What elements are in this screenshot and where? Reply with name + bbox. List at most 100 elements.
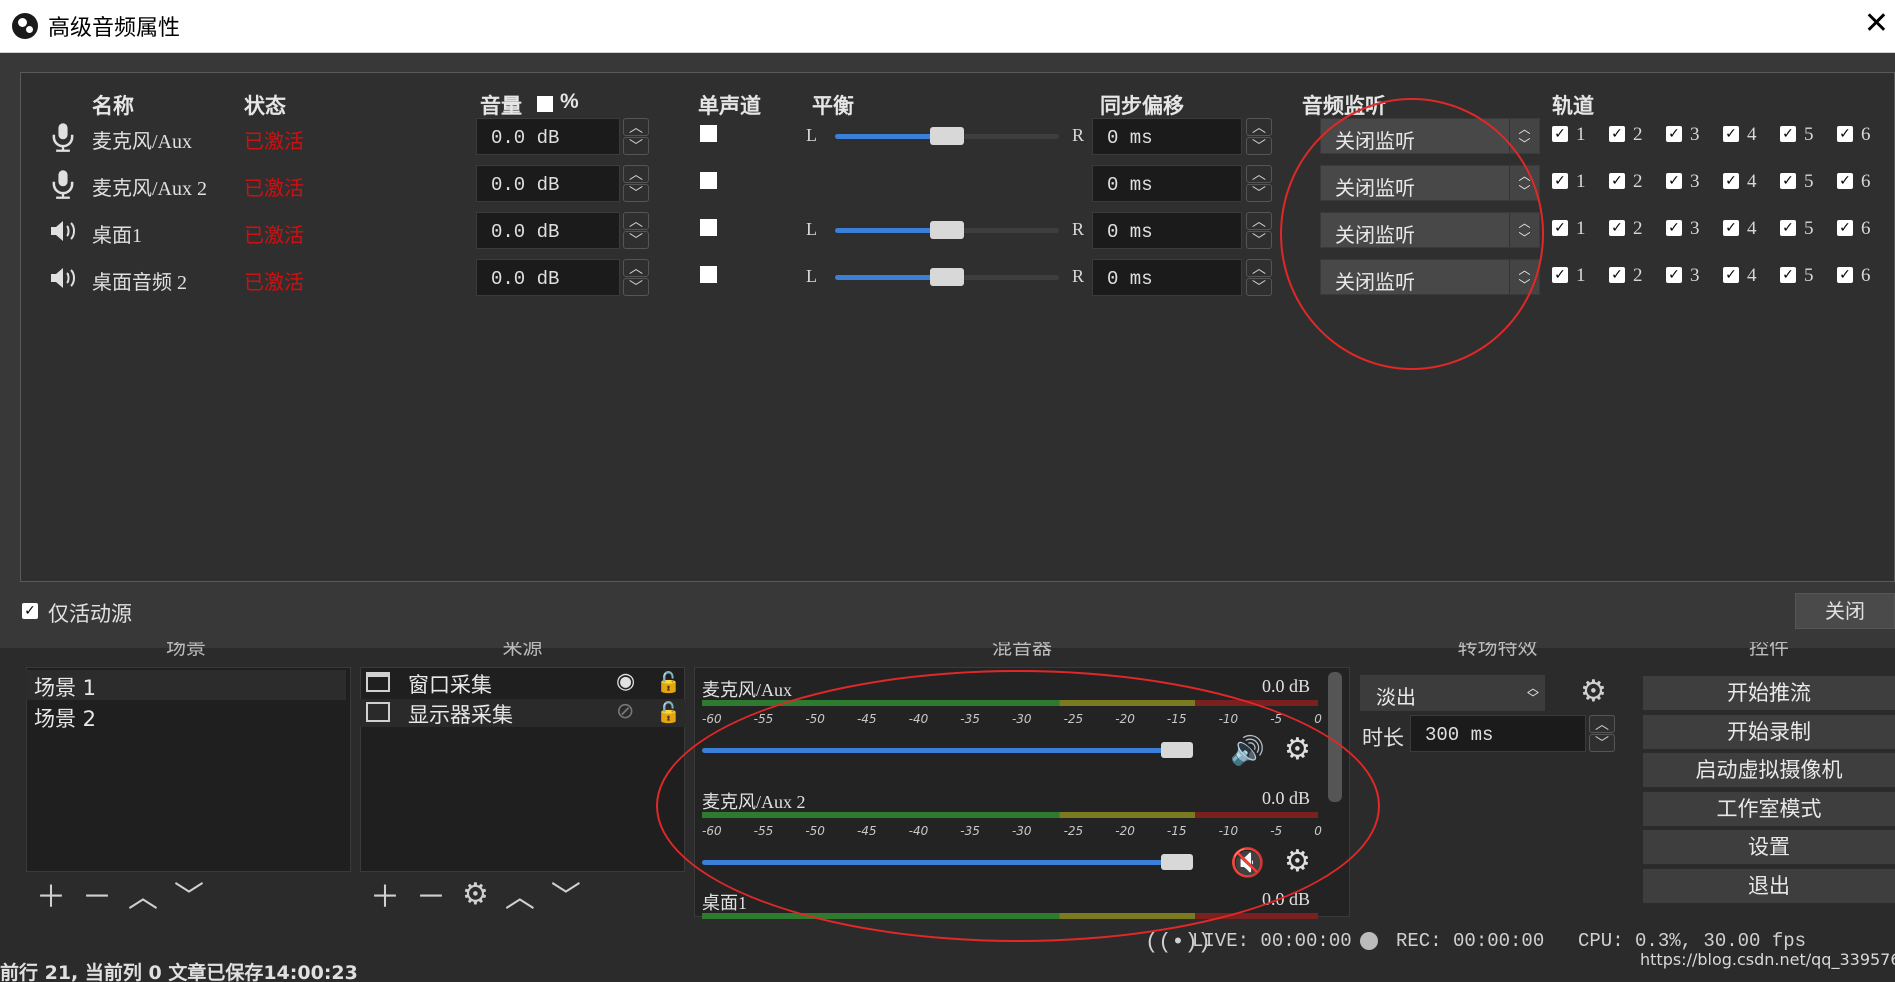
scene-item[interactable]: 场景 1 [26,670,346,700]
move-down-icon[interactable]: ﹀ [174,872,204,916]
duration-input[interactable]: 300 ms [1410,715,1586,752]
balance-slider-handle[interactable] [930,221,964,239]
control-button[interactable]: 开始推流 [1643,676,1895,710]
speaker-icon [48,215,78,247]
sync-offset-stepper[interactable]: ︿ ﹀ [1246,165,1272,202]
track-checkbox-4[interactable]: ✓ [1723,126,1739,142]
audio-row: 桌面1 已激活 0.0 dB ︿ ﹀ L R 0 ms ︿ ﹀ 关闭监听 ︿ ﹀ ✓ 1 ✓ 2 ✓ 3 ✓ 4 ✓ 5 ✓ 6 [20,207,1895,254]
source-status: 已激活 [244,272,304,294]
track-checkbox-3[interactable]: ✓ [1666,220,1682,236]
track-checkbox-1[interactable]: ✓ [1552,126,1568,142]
track-checkbox-5[interactable]: ✓ [1780,173,1796,189]
track-checkbox-4[interactable]: ✓ [1723,267,1739,283]
add-icon[interactable]: ＋ [36,872,66,916]
mixer-channel-db: 0.0 dB [1262,676,1311,696]
control-button[interactable]: 启动虚拟摄像机 [1643,753,1895,787]
gear-icon[interactable]: ⚙ [1580,674,1607,709]
track-checkbox-3[interactable]: ✓ [1666,267,1682,283]
remove-icon[interactable]: － [416,872,446,916]
sync-offset-input[interactable]: 0 ms [1092,165,1242,202]
mono-checkbox[interactable] [700,266,717,283]
duration-stepper[interactable]: ︿ ﹀ [1589,715,1615,752]
volume-input[interactable]: 0.0 dB [476,118,620,155]
volume-stepper[interactable]: ︿ ﹀ [623,118,649,155]
track-checkbox-5[interactable]: ✓ [1780,220,1796,236]
track-checkbox-6[interactable]: ✓ [1837,267,1853,283]
close-icon[interactable]: ✕ [1864,6,1889,41]
percent-checkbox[interactable] [537,96,553,112]
sync-offset-input[interactable]: 0 ms [1092,259,1242,296]
control-button[interactable]: 退出 [1643,868,1895,903]
control-button[interactable]: 设置 [1643,830,1895,864]
audio-row: 麦克风/Aux 已激活 0.0 dB ︿ ﹀ L R 0 ms ︿ ﹀ 关闭监听 ︿ ﹀ ✓ 1 ✓ 2 ✓ 3 ✓ 4… [20,113,1895,160]
control-button[interactable]: 工作室模式 [1643,791,1895,826]
balance-slider-handle[interactable] [930,268,964,286]
volume-input[interactable]: 0.0 dB [476,165,620,202]
track-checkbox-2[interactable]: ✓ [1609,126,1625,142]
source-name: 桌面1 [92,225,142,247]
remove-icon[interactable]: － [82,872,112,916]
track-checkbox-2[interactable]: ✓ [1609,220,1625,236]
track-checkbox-5[interactable]: ✓ [1780,126,1796,142]
editor-status-overlay: 前行 21, 当前列 0 文章已保存14:00:23 [0,958,358,982]
active-only-checkbox[interactable]: ✓ [22,603,38,619]
move-up-icon[interactable]: ︿ [505,872,535,916]
track-number: 5 [1804,265,1814,286]
control-button[interactable]: 开始录制 [1643,714,1895,749]
source-item[interactable]: 显示器采集 ⊘ 🔓 [360,699,685,727]
track-checkbox-2[interactable]: ✓ [1609,173,1625,189]
sync-offset-input[interactable]: 0 ms [1092,118,1242,155]
meter-tick-label: 0 [1314,712,1322,726]
lock-icon[interactable]: 🔓 [656,700,681,724]
mono-checkbox[interactable] [700,172,717,189]
add-icon[interactable]: ＋ [370,872,400,916]
track-checkbox-1[interactable]: ✓ [1552,220,1568,236]
sync-offset-stepper[interactable]: ︿ ﹀ [1246,259,1272,296]
active-only-label: 仅活动源 [48,602,132,626]
source-name: 桌面音频 2 [92,272,187,294]
track-checkbox-3[interactable]: ✓ [1666,173,1682,189]
volume-stepper[interactable]: ︿ ﹀ [623,212,649,249]
balance-left-label: L [806,266,817,286]
move-down-icon[interactable]: ﹀ [551,872,581,916]
track-checkbox-1[interactable]: ✓ [1552,267,1568,283]
volume-stepper[interactable]: ︿ ﹀ [623,165,649,202]
balance-slider-handle[interactable] [930,127,964,145]
track-checkbox-6[interactable]: ✓ [1837,126,1853,142]
window-icon [366,672,390,692]
mono-checkbox[interactable] [700,125,717,142]
sources-dock-title: 来源 [502,642,543,656]
lock-icon[interactable]: 🔓 [656,670,681,694]
transition-select[interactable]: 淡出 ︿ ﹀ [1360,675,1545,711]
track-checkbox-1[interactable]: ✓ [1552,173,1568,189]
sync-offset-input[interactable]: 0 ms [1092,212,1242,249]
track-checkbox-6[interactable]: ✓ [1837,173,1853,189]
sync-offset-stepper[interactable]: ︿ ﹀ [1246,212,1272,249]
gear-icon[interactable]: ⚙ [462,877,489,912]
transition-select-value: 淡出 [1376,685,1416,709]
track-checkbox-4[interactable]: ✓ [1723,220,1739,236]
scenes-dock-title: 场景 [166,642,206,656]
mixer-channel-name: 麦克风/Aux [702,680,792,700]
sync-offset-stepper[interactable]: ︿ ﹀ [1246,118,1272,155]
move-up-icon[interactable]: ︿ [128,872,158,916]
track-number: 3 [1690,124,1700,145]
volume-input[interactable]: 0.0 dB [476,259,620,296]
track-checkbox-5[interactable]: ✓ [1780,267,1796,283]
track-number: 3 [1690,218,1700,239]
volume-input[interactable]: 0.0 dB [476,212,620,249]
scene-item[interactable]: 场景 2 [26,701,346,731]
eye-hidden-icon[interactable]: ⊘ [616,699,634,724]
track-checkbox-4[interactable]: ✓ [1723,173,1739,189]
volume-stepper[interactable]: ︿ ﹀ [623,259,649,296]
record-indicator-icon [1360,932,1378,950]
track-checkbox-2[interactable]: ✓ [1609,267,1625,283]
eye-icon[interactable]: ◉ [616,669,635,694]
track-number: 4 [1747,171,1757,192]
close-button[interactable]: 关闭 [1795,593,1895,629]
source-item[interactable]: 窗口采集 ◉ 🔓 [360,669,685,697]
track-checkbox-6[interactable]: ✓ [1837,220,1853,236]
track-checkbox-3[interactable]: ✓ [1666,126,1682,142]
header-percent: % [560,90,579,113]
mono-checkbox[interactable] [700,219,717,236]
